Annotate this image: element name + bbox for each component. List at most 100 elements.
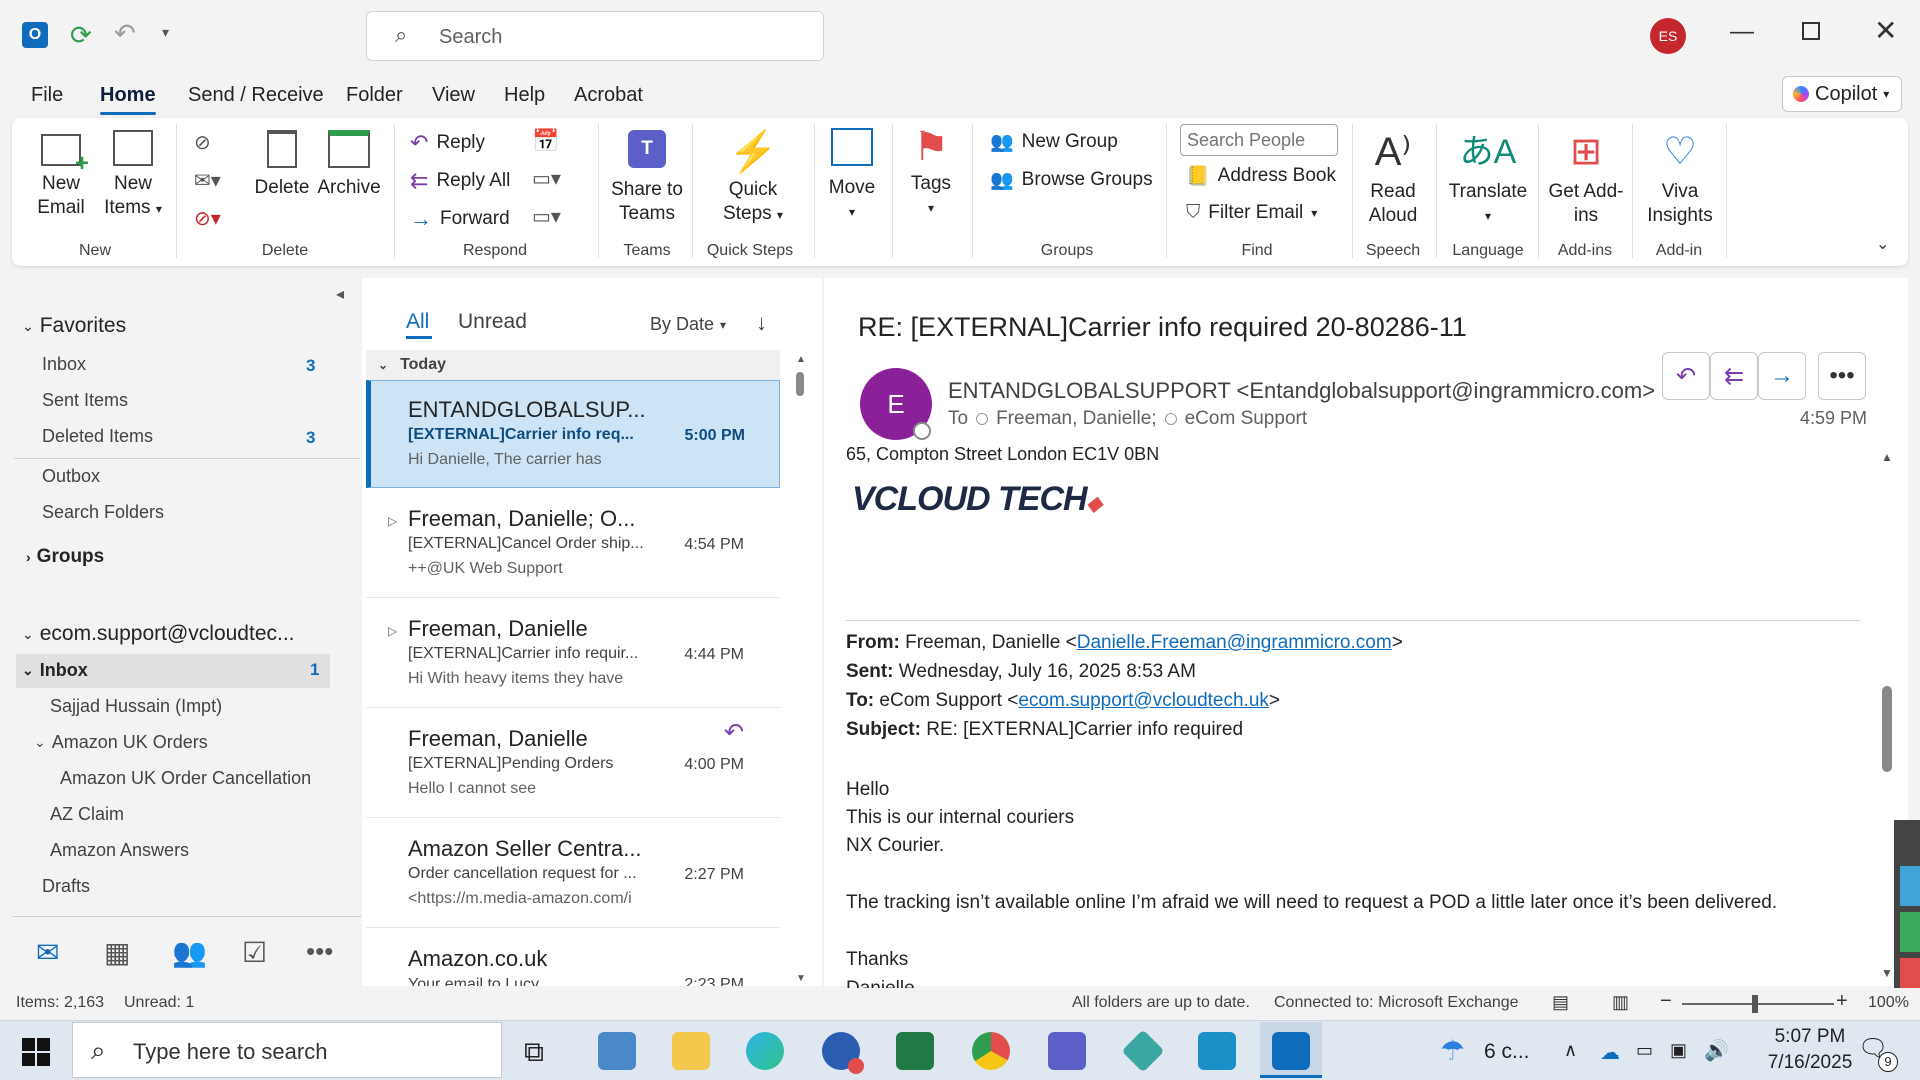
filter-tab-unread[interactable]: Unread — [458, 310, 527, 334]
tab-help[interactable]: Help — [504, 84, 545, 107]
undo-icon[interactable]: ↶ — [114, 18, 136, 49]
scrollbar-thumb[interactable] — [1882, 686, 1892, 772]
reading-scrollbar[interactable]: ▲ ▼ — [1880, 450, 1894, 980]
address-book-button[interactable]: 📒 Address Book — [1186, 164, 1336, 188]
sort-by-date[interactable]: By Date ▾ — [650, 314, 726, 335]
minimize-button[interactable]: — — [1730, 18, 1754, 46]
people-icon[interactable]: 👥 — [172, 936, 207, 969]
new-items-button[interactable]: New Items ▾ — [100, 130, 166, 221]
browse-groups-button[interactable]: 👥 Browse Groups — [990, 168, 1153, 192]
customize-qat-icon[interactable]: ▾ — [162, 24, 169, 41]
message-list-scrollbar[interactable]: ▲ ▼ — [794, 354, 806, 984]
expand-thread-icon[interactable]: ▷ — [388, 624, 397, 638]
get-addins-button[interactable]: ⊞ Get Add-ins — [1546, 130, 1626, 228]
sender-line[interactable]: ENTANDGLOBALSUPPORT <Entandglobalsupport… — [948, 378, 1655, 404]
taskbar-search[interactable]: ⌕ Type here to search — [72, 1022, 502, 1078]
tags-button[interactable]: ⚑ Tags ▾ — [898, 124, 964, 220]
forward-button[interactable]: → Forward — [410, 206, 510, 232]
tab-send-receive[interactable]: Send / Receive — [188, 84, 324, 107]
network-icon[interactable]: ▣ — [1670, 1040, 1687, 1061]
move-button[interactable]: Move ▾ — [820, 124, 884, 224]
weather-text[interactable]: 6 c... — [1484, 1040, 1530, 1064]
zoom-slider[interactable] — [1682, 995, 1834, 1013]
teams-icon[interactable] — [1048, 1032, 1086, 1070]
tab-acrobat[interactable]: Acrobat — [574, 84, 643, 107]
ribbon-collapse-icon[interactable]: ⌄ — [1876, 234, 1889, 254]
calendar-icon[interactable]: ▦ — [104, 936, 130, 969]
restore-button[interactable] — [1802, 22, 1820, 40]
folder-deleted-items[interactable]: Deleted Items — [42, 426, 153, 447]
show-hidden-icons[interactable]: ∧ — [1564, 1040, 1577, 1061]
to-email-link[interactable]: ecom.support@vcloudtech.uk — [1018, 690, 1269, 711]
task-view-icon[interactable]: ⧉ — [524, 1036, 544, 1069]
group-header-today[interactable]: ⌄ Today — [366, 350, 780, 380]
clock-time[interactable]: 5:07 PM — [1758, 1026, 1862, 1048]
expand-thread-icon[interactable]: ▷ — [388, 514, 397, 528]
reply-all-button[interactable]: ⇇ Reply All — [410, 168, 510, 194]
im-icon[interactable]: ▭▾ — [532, 166, 561, 191]
from-email-link[interactable]: Danielle.Freeman@ingrammicro.com — [1077, 632, 1392, 653]
onedrive-icon[interactable]: ☁ — [1600, 1040, 1620, 1065]
clock-date[interactable]: 7/16/2025 — [1758, 1052, 1862, 1074]
tab-folder[interactable]: Folder — [346, 84, 403, 107]
folder-az-claim[interactable]: AZ Claim — [50, 804, 124, 825]
new-group-button[interactable]: 👥 New Group — [990, 130, 1118, 154]
archive-button[interactable]: Archive — [316, 130, 382, 200]
delete-button[interactable]: Delete — [252, 130, 312, 200]
favorites-header[interactable]: ⌄ Favorites — [22, 314, 126, 338]
zoom-in-button[interactable]: + — [1836, 990, 1848, 1013]
close-button[interactable]: ✕ — [1874, 14, 1897, 47]
groups-header[interactable]: › Groups — [26, 546, 104, 568]
message-item[interactable]: Amazon.co.uk Your email to Lucy 2:23 PM — [366, 930, 780, 986]
more-apps-icon[interactable]: ••• — [306, 936, 333, 967]
forward-button[interactable]: → — [1758, 352, 1806, 400]
quick-steps-button[interactable]: ⚡ Quick Steps ▾ — [710, 130, 796, 227]
folder-amazon-answers[interactable]: Amazon Answers — [50, 840, 189, 861]
viva-insights-button[interactable]: ♡ Viva Insights — [1640, 130, 1720, 228]
recipient[interactable]: eCom Support — [1185, 408, 1308, 430]
app-icon[interactable] — [1198, 1032, 1236, 1070]
more-respond-icon[interactable]: ▭▾ — [532, 204, 561, 229]
message-item[interactable]: ▷ Freeman, Danielle; O... [EXTERNAL]Canc… — [366, 490, 780, 598]
reply-button[interactable]: ↶ — [1662, 352, 1710, 400]
tab-home[interactable]: Home — [100, 84, 156, 115]
zoom-slider-thumb[interactable] — [1752, 995, 1758, 1013]
share-to-teams-button[interactable]: T Share to Teams — [610, 130, 684, 226]
ignore-icon[interactable]: ⊘ — [194, 130, 211, 155]
folder-drafts[interactable]: Drafts — [42, 876, 90, 897]
mail-icon[interactable]: ✉ — [36, 936, 59, 969]
copilot-button[interactable]: Copilot ▾ — [1782, 76, 1902, 112]
volume-icon[interactable]: 🔊 — [1704, 1038, 1729, 1063]
tab-view[interactable]: View — [432, 84, 475, 107]
folder-amazon-uk-order-cancellation[interactable]: Amazon UK Order Cancellation — [60, 768, 311, 789]
side-panel-tabs[interactable] — [1894, 820, 1920, 1000]
windows-start-icon[interactable] — [22, 1038, 50, 1066]
recipient[interactable]: Freeman, Danielle; — [996, 408, 1157, 430]
search-box[interactable]: ⌕ Search — [366, 11, 824, 61]
junk-icon[interactable]: ⊘▾ — [194, 206, 221, 231]
message-item[interactable]: Freeman, Danielle [EXTERNAL]Pending Orde… — [366, 710, 780, 818]
folder-amazon-uk-orders[interactable]: ⌄ Amazon UK Orders — [34, 732, 208, 753]
zoom-out-button[interactable]: − — [1660, 990, 1672, 1013]
excel-icon[interactable] — [896, 1032, 934, 1070]
scrollbar-thumb[interactable] — [796, 372, 804, 396]
chrome-icon[interactable] — [972, 1032, 1010, 1070]
avatar[interactable]: ES — [1650, 18, 1686, 54]
edge-icon[interactable] — [746, 1032, 784, 1070]
tab-file[interactable]: File — [31, 84, 63, 107]
reply-button[interactable]: ↶ Reply — [410, 130, 485, 156]
file-explorer-icon[interactable] — [672, 1032, 710, 1070]
folder-outbox[interactable]: Outbox — [42, 466, 100, 487]
sort-direction-icon[interactable]: ↓ — [756, 310, 767, 336]
folder-sajjad[interactable]: Sajjad Hussain (Impt) — [50, 696, 222, 717]
folder-sent-items[interactable]: Sent Items — [42, 390, 128, 411]
battery-icon[interactable]: ▭ — [1636, 1040, 1653, 1061]
outlook-icon[interactable] — [1272, 1032, 1310, 1070]
reading-view-icon[interactable]: ▥ — [1612, 992, 1629, 1013]
cleanup-icon[interactable]: ✉▾ — [194, 168, 221, 193]
new-email-button[interactable]: + New Email — [30, 130, 92, 220]
tasks-icon[interactable]: ☑ — [242, 936, 267, 969]
message-item[interactable]: Amazon Seller Centra... Order cancellati… — [366, 820, 780, 928]
sync-icon[interactable]: ⟳ — [70, 20, 92, 51]
more-actions-button[interactable]: ••• — [1818, 352, 1866, 400]
